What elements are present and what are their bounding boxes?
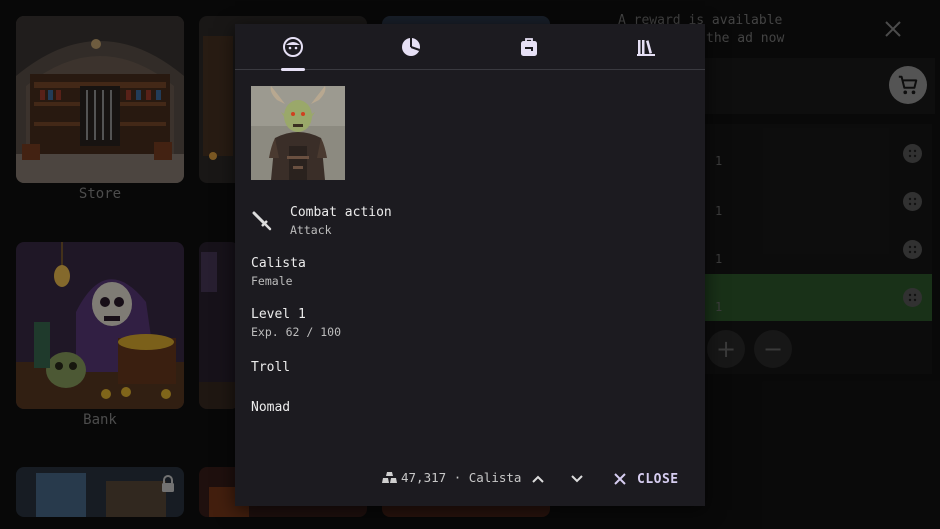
dialog-footer: 47,317 · Calista CLOSE: [235, 464, 705, 494]
pie-chart-icon: [402, 38, 420, 56]
level-block: Level 1 Exp. 62 / 100: [251, 306, 341, 340]
tab-stats[interactable]: [382, 24, 440, 70]
next-character-button[interactable]: [566, 468, 588, 490]
tab-character[interactable]: [264, 24, 322, 71]
character-level: Level 1: [251, 307, 306, 322]
character-experience: Exp. 62 / 100: [251, 325, 342, 339]
footer-character-name: Calista: [468, 470, 522, 485]
gold-bars-icon: [382, 472, 397, 483]
previous-character-button[interactable]: [527, 468, 549, 490]
character-portrait: [251, 86, 345, 180]
character-name-block: Calista Female: [251, 255, 306, 289]
character-dialog: Combat action Attack Calista Female Leve…: [235, 24, 705, 506]
troll-portrait-image: [251, 86, 345, 180]
footer-separator: ·: [453, 470, 462, 485]
sword-icon: [252, 211, 272, 231]
gold-amount: 47,317: [401, 470, 447, 485]
tab-inventory[interactable]: [500, 24, 558, 70]
combat-action-value: Attack: [290, 223, 332, 237]
race-block: Troll: [251, 359, 290, 377]
class-block: Nomad: [251, 399, 290, 417]
chevron-up-icon: [532, 475, 544, 483]
footer-summary: 47,317 · Calista: [401, 470, 521, 485]
combat-action-title: Combat action: [290, 205, 392, 220]
face-icon: [283, 37, 303, 57]
character-race: Troll: [251, 360, 291, 375]
library-icon: [637, 40, 655, 56]
close-icon: [614, 473, 626, 485]
backpack-icon: [521, 38, 537, 56]
dialog-tabs: [235, 24, 705, 71]
chevron-down-icon: [571, 475, 583, 483]
character-class: Nomad: [251, 400, 291, 415]
combat-action[interactable]: Combat action Attack: [290, 204, 392, 238]
close-button-label: CLOSE: [637, 471, 679, 487]
character-gender: Female: [251, 274, 293, 288]
tab-library[interactable]: [617, 24, 675, 70]
close-button[interactable]: CLOSE: [613, 466, 679, 492]
character-name: Calista: [251, 256, 306, 271]
